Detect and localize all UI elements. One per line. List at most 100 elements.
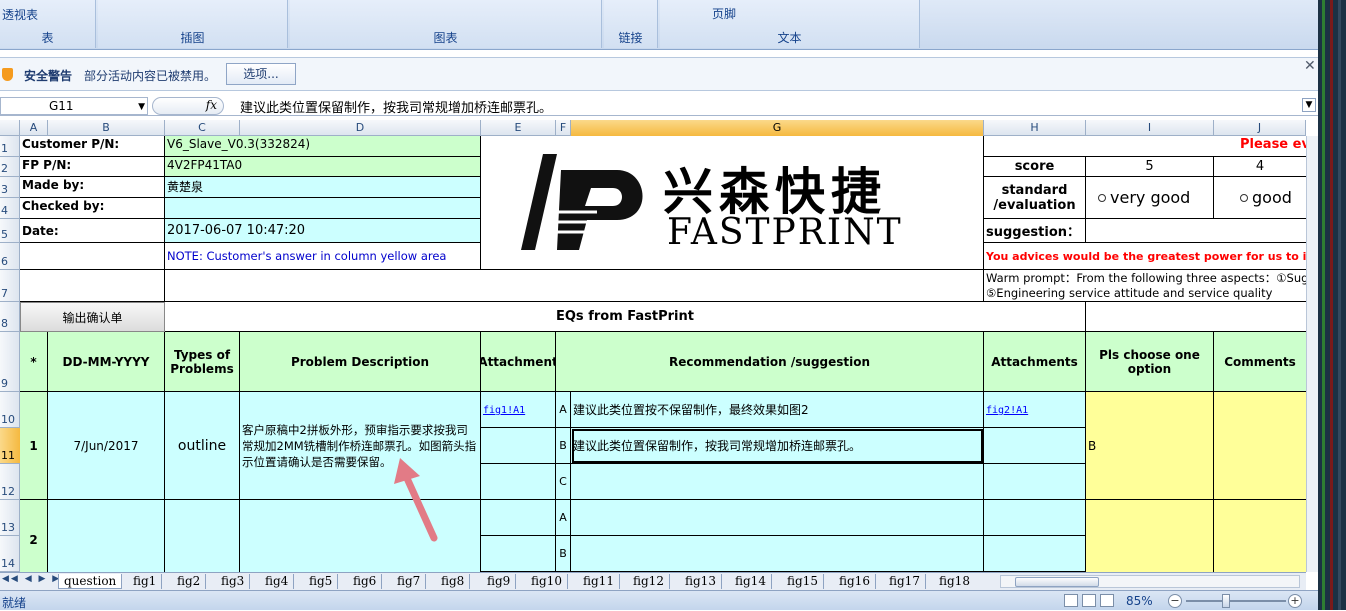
options-button[interactable]: 选项... <box>226 63 296 85</box>
tab-fig12[interactable]: fig12 <box>628 574 670 589</box>
row-header[interactable]: 7 <box>0 270 20 302</box>
scrollbar-thumb[interactable] <box>1015 577 1099 587</box>
ribbon-group-table[interactable]: 透视表 表 <box>0 0 96 48</box>
made-by-value[interactable]: 黄楚泉 <box>165 177 481 198</box>
eq-title[interactable]: EQs from FastPrint <box>165 302 1086 332</box>
header-types[interactable]: Types of Problems <box>165 332 240 392</box>
tab-fig11[interactable]: fig11 <box>578 574 620 589</box>
option-text[interactable]: 建议此类位置按不保留制作，最终效果如图2 <box>571 392 984 428</box>
empty-cell[interactable] <box>481 536 556 572</box>
tab-fig6[interactable]: fig6 <box>348 574 383 589</box>
column-header[interactable]: H <box>984 120 1086 136</box>
zoom-level[interactable]: 85% <box>1126 594 1153 608</box>
column-header-selected[interactable]: G <box>571 120 984 136</box>
ribbon-group-links[interactable]: 链接 <box>604 0 658 48</box>
fp-pn-label[interactable]: FP P/N: <box>20 157 165 177</box>
column-header[interactable]: D <box>240 120 481 136</box>
name-box[interactable]: G11 ▼ <box>0 97 148 115</box>
comments-input[interactable] <box>1214 500 1306 572</box>
option-key[interactable]: B <box>556 536 571 572</box>
attachment-link[interactable]: fig2!A1 <box>986 405 1028 416</box>
column-header[interactable]: I <box>1086 120 1214 136</box>
tab-fig4[interactable]: fig4 <box>260 574 295 589</box>
very-good-radio[interactable]: very good <box>1086 177 1214 219</box>
date-label[interactable]: Date: <box>20 219 165 243</box>
export-confirmation-button[interactable]: 输出确认单 <box>20 302 165 332</box>
header-attachments[interactable]: Attachments <box>984 332 1086 392</box>
option-key[interactable]: C <box>556 464 571 500</box>
row-header[interactable]: 4 <box>0 198 20 219</box>
zoom-slider[interactable] <box>1186 600 1286 602</box>
tab-question[interactable]: question <box>58 574 123 589</box>
tab-fig17[interactable]: fig17 <box>884 574 926 589</box>
close-icon[interactable]: ✕ <box>1304 58 1316 74</box>
header-comments[interactable]: Comments <box>1214 332 1306 392</box>
normal-view-icon[interactable] <box>1064 594 1078 607</box>
score-5[interactable]: 5 <box>1086 157 1214 177</box>
suggestion-label[interactable]: suggestion： <box>984 219 1086 243</box>
customer-pn-value[interactable]: V6_Slave_V0.3(332824) <box>165 136 481 157</box>
selected-cell-g11[interactable]: 建议此类位置保留制作，按我司常规增加桥连邮票孔。 <box>571 428 984 464</box>
checked-by-label[interactable]: Checked by: <box>20 198 165 219</box>
please-evaluate-text[interactable]: Please ev <box>984 136 1306 157</box>
row-header[interactable]: 13 <box>0 500 20 536</box>
column-header[interactable]: A <box>20 120 48 136</box>
row-header[interactable]: 10 <box>0 392 20 428</box>
advice-text[interactable]: You advices would be the greatest power … <box>984 243 1306 270</box>
tab-fig2[interactable]: fig2 <box>172 574 207 589</box>
checked-by-value[interactable] <box>165 198 481 219</box>
row-header[interactable]: 1 <box>0 136 20 157</box>
zoom-in-icon[interactable]: + <box>1288 594 1302 608</box>
empty-cell[interactable] <box>20 243 165 270</box>
customer-pn-label[interactable]: Customer P/N: <box>20 136 165 157</box>
option-attachment[interactable] <box>984 464 1086 500</box>
tab-fig1[interactable]: fig1 <box>128 574 163 589</box>
zoom-slider-handle[interactable] <box>1222 594 1230 608</box>
option-text[interactable] <box>571 464 984 500</box>
option-attachment[interactable] <box>984 500 1086 536</box>
choice-input[interactable]: B <box>1086 392 1214 500</box>
header-recommendation[interactable]: Recommendation /suggestion <box>556 332 984 392</box>
row-header[interactable]: 5 <box>0 219 20 243</box>
eq-date[interactable]: 7/Jun/2017 <box>48 392 165 500</box>
good-radio[interactable]: good <box>1214 177 1306 219</box>
comments-input[interactable] <box>1214 392 1306 500</box>
empty-cell[interactable] <box>481 428 556 464</box>
tab-fig15[interactable]: fig15 <box>782 574 824 589</box>
tab-fig13[interactable]: fig13 <box>680 574 722 589</box>
warm-prompt[interactable]: Warm prompt：From the following three asp… <box>984 270 1306 302</box>
suggestion-input[interactable] <box>1086 219 1306 243</box>
eq-attachment-link[interactable]: fig1!A1 <box>481 392 556 428</box>
tab-fig5[interactable]: fig5 <box>304 574 339 589</box>
select-all-corner[interactable] <box>0 120 20 136</box>
tab-fig8[interactable]: fig8 <box>436 574 471 589</box>
customer-note[interactable]: NOTE: Customer's answer in column yellow… <box>165 243 481 270</box>
empty-cell[interactable] <box>481 500 556 536</box>
column-header[interactable]: E <box>481 120 556 136</box>
insert-function-button[interactable]: fx <box>152 97 224 115</box>
chevron-down-icon[interactable]: ▼ <box>138 102 145 112</box>
tab-fig9[interactable]: fig9 <box>482 574 517 589</box>
formula-input[interactable]: 建议此类位置保留制作，按我司常规增加桥连邮票孔。 <box>240 97 552 116</box>
option-attachment[interactable] <box>984 536 1086 572</box>
page-break-view-icon[interactable] <box>1100 594 1114 607</box>
radio-icon[interactable] <box>1098 193 1106 202</box>
tab-fig3[interactable]: fig3 <box>216 574 251 589</box>
horizontal-scrollbar[interactable] <box>1000 575 1300 588</box>
ribbon-group-text[interactable]: 页脚 文本 <box>660 0 920 48</box>
attachment-link[interactable]: fig1!A1 <box>483 405 525 416</box>
header-attachment[interactable]: Attachment <box>481 332 556 392</box>
option-text[interactable] <box>571 536 984 572</box>
tab-fig18[interactable]: fig18 <box>934 574 975 589</box>
tab-fig16[interactable]: fig16 <box>834 574 876 589</box>
tab-fig10[interactable]: fig10 <box>526 574 568 589</box>
header-date[interactable]: DD-MM-YYYY <box>48 332 165 392</box>
header-problem[interactable]: Problem Description <box>240 332 481 392</box>
empty-cell[interactable] <box>481 464 556 500</box>
empty-cell[interactable] <box>20 270 165 302</box>
zoom-out-icon[interactable]: − <box>1168 594 1182 608</box>
page-layout-view-icon[interactable] <box>1082 594 1096 607</box>
row-header[interactable]: 6 <box>0 243 20 270</box>
row-header-selected[interactable]: 11 <box>0 428 20 464</box>
row-header[interactable]: 8 <box>0 302 20 332</box>
